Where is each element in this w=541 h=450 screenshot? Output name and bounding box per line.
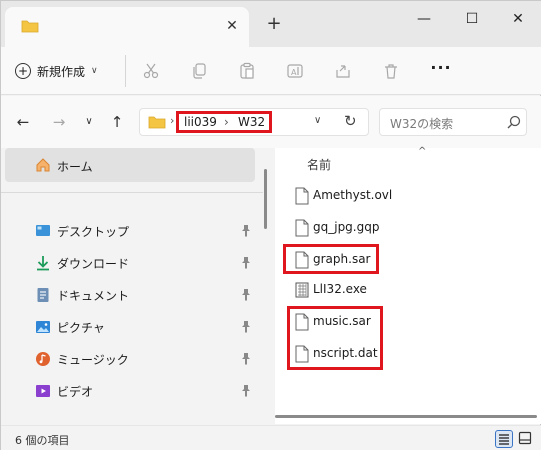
file-explorer-window: ✕ + — ☐ ✕ + 新規作成 ∨ A ··· ← → ∨ ↑ › lii03… (0, 0, 541, 450)
scrollbar-thumb[interactable] (264, 169, 267, 229)
file-row[interactable]: graph.sar (295, 246, 515, 274)
file-name: LlI32.exe (313, 282, 367, 296)
new-tab-button[interactable]: + (263, 13, 285, 35)
videos-icon (36, 385, 50, 397)
pin-icon (242, 257, 250, 269)
file-row[interactable]: gq_jpg.gqp (295, 214, 515, 242)
file-row[interactable]: Amethyst.ovl (295, 182, 515, 210)
search-input[interactable]: W32の検索 (390, 115, 453, 132)
rename-icon[interactable]: A (283, 59, 307, 83)
command-bar: + 新規作成 ∨ A ··· (1, 47, 541, 95)
folder-icon (21, 20, 39, 33)
status-bar: 6 個の項目 (1, 425, 541, 450)
pictures-icon (36, 321, 50, 333)
svg-text:A: A (291, 68, 297, 77)
forward-button[interactable]: → (49, 112, 69, 132)
column-header-name[interactable]: 名前 (307, 156, 331, 173)
file-list-pane: ^ 名前 Amethyst.ovl gq_jpg.gqp graph.sar L… (275, 146, 541, 424)
file-name: graph.sar (313, 252, 371, 266)
new-button[interactable]: + 新規作成 ∨ (15, 57, 98, 85)
file-name: nscript.dat (313, 346, 378, 360)
copy-icon[interactable] (187, 59, 211, 83)
paste-icon[interactable] (235, 59, 259, 83)
sidebar-divider (1, 192, 263, 193)
file-name: gq_jpg.gqp (313, 220, 380, 234)
address-bar[interactable]: › lii039 › W32 ∨ ↻ (139, 108, 369, 136)
sidebar-item-videos[interactable]: ビデオ (5, 376, 261, 406)
more-options-button[interactable]: ··· (429, 59, 453, 83)
sidebar-scrollbar[interactable] (263, 151, 267, 411)
tab-current-folder[interactable]: ✕ (5, 7, 249, 47)
item-count: 6 個の項目 (15, 434, 70, 447)
sidebar-item-label: ミュージック (57, 353, 129, 367)
close-button[interactable]: ✕ (501, 5, 535, 33)
pin-icon (242, 385, 250, 397)
horizontal-scrollbar[interactable] (275, 414, 541, 418)
search-box[interactable]: W32の検索 (379, 108, 527, 136)
file-row[interactable]: nscript.dat (295, 340, 515, 368)
sidebar-item-pictures[interactable]: ピクチャ (5, 312, 261, 342)
sidebar-item-home[interactable]: ホーム (5, 148, 255, 182)
music-icon (36, 352, 50, 366)
sidebar-item-label: ピクチャ (57, 321, 105, 335)
file-row[interactable]: music.sar (295, 308, 515, 336)
breadcrumb-separator: › (170, 114, 175, 127)
file-name: music.sar (313, 314, 371, 328)
file-icon (295, 345, 309, 363)
maximize-button[interactable]: ☐ (455, 5, 489, 33)
pin-icon (242, 225, 250, 237)
documents-icon (37, 288, 49, 302)
delete-icon[interactable] (379, 59, 403, 83)
details-view-icon (499, 434, 509, 445)
pin-icon (242, 353, 250, 365)
share-icon[interactable] (331, 59, 355, 83)
back-button[interactable]: ← (13, 112, 33, 132)
sidebar-item-music[interactable]: ミュージック (5, 344, 261, 374)
breadcrumb-w32[interactable]: W32 (238, 115, 265, 129)
navigation-pane: ホーム デスクトップ ダウンロード ドキュメント ピクチャ ミュージック ビデオ (1, 148, 263, 424)
file-icon (295, 219, 309, 237)
breadcrumb-lii039[interactable]: lii039 (184, 115, 217, 129)
sort-ascending-icon: ^ (418, 146, 427, 157)
download-icon (37, 256, 49, 271)
file-row[interactable]: LlI32.exe (295, 276, 515, 304)
scrollbar-thumb[interactable] (275, 415, 537, 418)
tiles-view-button[interactable] (517, 430, 535, 448)
folder-icon (148, 116, 166, 129)
plus-circle-icon: + (15, 63, 31, 79)
exe-icon (295, 282, 309, 298)
chevron-down-icon: ∨ (91, 66, 98, 76)
file-icon (295, 187, 309, 205)
sidebar-item-desktop[interactable]: デスクトップ (5, 216, 261, 246)
toolbar-divider (125, 55, 126, 87)
details-view-button[interactable] (495, 430, 513, 448)
pin-icon (242, 321, 250, 333)
home-icon (36, 158, 50, 172)
refresh-button[interactable]: ↻ (344, 112, 357, 130)
sidebar-item-label: デスクトップ (57, 225, 130, 239)
up-button[interactable]: ↑ (107, 112, 127, 132)
sidebar-item-downloads[interactable]: ダウンロード (5, 248, 261, 278)
search-icon (507, 115, 521, 129)
file-icon (295, 313, 309, 331)
desktop-icon (36, 225, 50, 236)
address-dropdown-button[interactable]: ∨ (314, 115, 321, 126)
tab-close-button[interactable]: ✕ (221, 15, 243, 37)
sidebar-item-label: ダウンロード (57, 257, 130, 271)
pin-icon (242, 289, 250, 301)
recent-locations-button[interactable]: ∨ (79, 112, 99, 132)
sidebar-item-label: ホーム (57, 160, 93, 174)
sidebar-item-label: ビデオ (57, 385, 94, 399)
file-name: Amethyst.ovl (313, 188, 393, 202)
tiles-view-icon (518, 431, 532, 445)
cut-icon[interactable] (139, 59, 163, 83)
sidebar-item-documents[interactable]: ドキュメント (5, 280, 261, 310)
minimize-button[interactable]: — (407, 5, 441, 33)
breadcrumb-separator: › (224, 115, 229, 129)
title-tab-bar: ✕ + — ☐ ✕ (1, 1, 541, 47)
address-row: ← → ∨ ↑ › lii039 › W32 ∨ ↻ W32の検索 (1, 96, 541, 148)
sidebar-item-label: ドキュメント (57, 289, 130, 303)
new-button-label: 新規作成 (37, 64, 86, 79)
file-icon (295, 251, 309, 269)
